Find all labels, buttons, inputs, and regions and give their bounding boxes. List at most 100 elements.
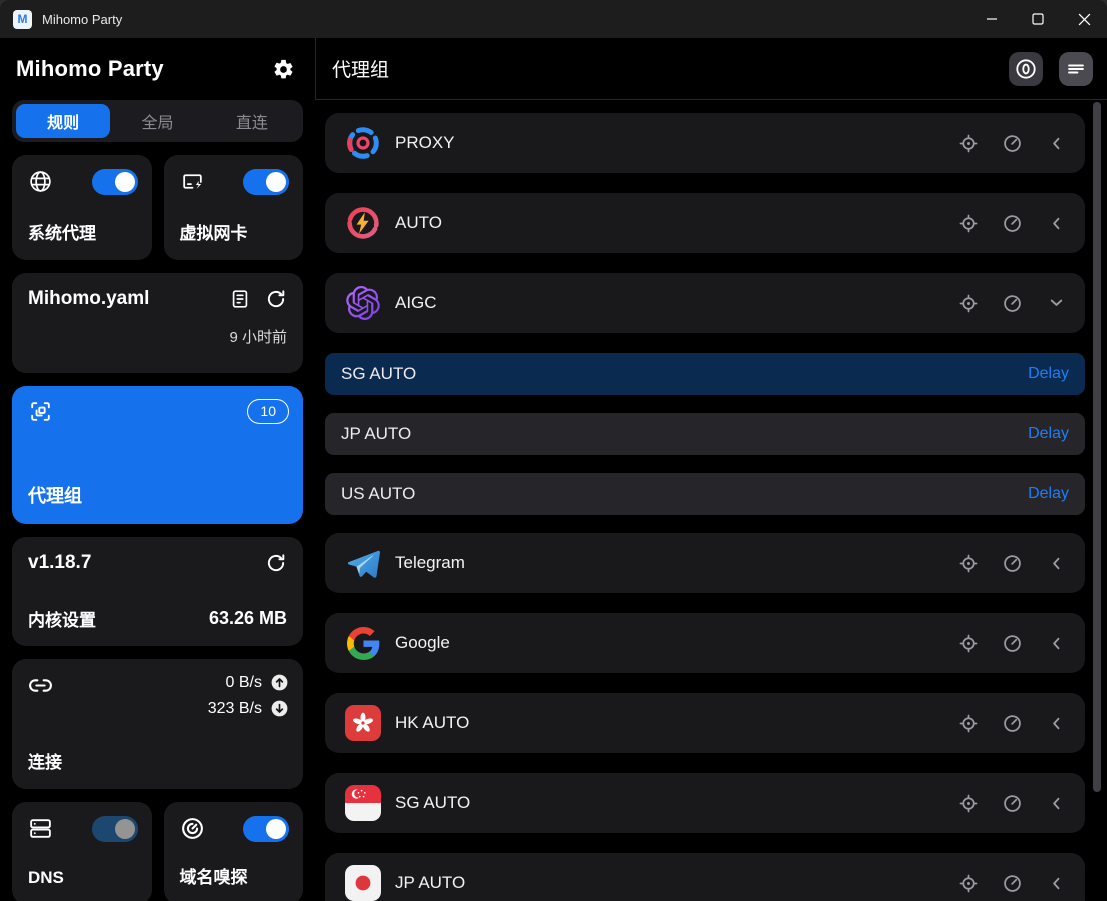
download-arrow-icon	[270, 699, 289, 718]
sidebar-item-proxy-groups[interactable]: 10 代理组	[12, 386, 303, 524]
chevron-down-icon[interactable]	[1045, 292, 1067, 314]
group-name: AUTO	[395, 213, 957, 233]
core-settings-card[interactable]: v1.18.7 内核设置 63.26 MB	[12, 537, 303, 646]
main-header: 代理组	[315, 38, 1107, 100]
proxy-group-list: PROXY AUTO	[315, 100, 1107, 901]
group-display-mode-button[interactable]	[1059, 52, 1093, 86]
main-panel: 代理组 PROXY	[315, 38, 1107, 901]
core-settings-label: 内核设置	[28, 606, 96, 631]
core-memory: 63.26 MB	[209, 608, 287, 629]
system-proxy-card[interactable]: 系统代理	[12, 155, 152, 260]
proxy-node-name: SG AUTO	[341, 364, 416, 384]
google-logo-icon	[345, 625, 381, 661]
locate-icon[interactable]	[957, 792, 979, 814]
locate-icon[interactable]	[957, 872, 979, 894]
proxy-group-row[interactable]: Google	[325, 613, 1085, 673]
group-name: Google	[395, 633, 957, 653]
chevron-left-icon[interactable]	[1045, 872, 1067, 894]
gauge-icon[interactable]	[1001, 792, 1023, 814]
proxy-logo-icon	[345, 125, 381, 161]
virtual-nic-icon	[180, 169, 205, 194]
proxy-node-item[interactable]: US AUTO Delay	[325, 473, 1085, 515]
app-logo-icon: M	[13, 10, 32, 29]
system-proxy-toggle[interactable]	[92, 169, 138, 195]
gauge-icon[interactable]	[1001, 132, 1023, 154]
system-proxy-label: 系统代理	[28, 219, 138, 244]
tab-rule[interactable]: 规则	[16, 104, 110, 138]
proxy-group-row[interactable]: SG AUTO	[325, 773, 1085, 833]
proxy-group-row[interactable]: JP AUTO	[325, 853, 1085, 901]
maximize-button[interactable]	[1015, 0, 1061, 38]
proxy-node-item[interactable]: SG AUTO Delay	[325, 353, 1085, 395]
sg-flag-logo-icon	[345, 785, 381, 821]
delay-test-label[interactable]: Delay	[1028, 425, 1069, 443]
locate-icon[interactable]	[957, 132, 979, 154]
sniffer-radar-icon	[180, 816, 205, 841]
scrollbar-thumb[interactable]	[1093, 102, 1101, 792]
profile-name: Mihomo.yaml	[28, 288, 149, 310]
connections-label: 连接	[28, 748, 289, 773]
locate-icon[interactable]	[957, 712, 979, 734]
settings-gear-icon[interactable]	[272, 58, 295, 81]
gauge-icon[interactable]	[1001, 552, 1023, 574]
auto-logo-icon	[345, 205, 381, 241]
profile-card[interactable]: Mihomo.yaml 9 小时前	[12, 273, 303, 373]
chevron-left-icon[interactable]	[1045, 132, 1067, 154]
proxy-group-row[interactable]: Telegram	[325, 533, 1085, 593]
locate-icon[interactable]	[957, 292, 979, 314]
chevron-left-icon[interactable]	[1045, 632, 1067, 654]
telegram-logo-icon	[345, 545, 381, 581]
gauge-icon[interactable]	[1001, 712, 1023, 734]
hk-flag-logo-icon	[345, 705, 381, 741]
sidebar-app-title: Mihomo Party	[16, 56, 164, 82]
openai-logo-icon	[345, 285, 381, 321]
group-name: AIGC	[395, 293, 957, 313]
globe-icon	[28, 169, 53, 194]
proxy-node-item[interactable]: JP AUTO Delay	[325, 413, 1085, 455]
locate-icon[interactable]	[957, 212, 979, 234]
chevron-left-icon[interactable]	[1045, 552, 1067, 574]
sniffer-toggle[interactable]	[243, 816, 289, 842]
gauge-icon[interactable]	[1001, 292, 1023, 314]
tun-card[interactable]: 虚拟网卡	[164, 155, 304, 260]
proxy-node-name: US AUTO	[341, 484, 415, 504]
dns-toggle[interactable]	[92, 816, 138, 842]
sidebar-item-connections[interactable]: 0 B/s 323 B/s 连接	[12, 659, 303, 789]
group-name: HK AUTO	[395, 713, 957, 733]
proxy-group-row[interactable]: AIGC	[325, 273, 1085, 333]
tun-toggle[interactable]	[243, 169, 289, 195]
tab-global[interactable]: 全局	[110, 104, 204, 138]
gauge-icon[interactable]	[1001, 872, 1023, 894]
page-title: 代理组	[332, 55, 389, 82]
delay-test-all-button[interactable]	[1009, 52, 1043, 86]
group-name: JP AUTO	[395, 873, 957, 893]
delay-test-label[interactable]: Delay	[1028, 365, 1069, 383]
dns-server-icon	[28, 816, 53, 841]
profile-updated: 9 小时前	[28, 326, 287, 347]
minimize-button[interactable]	[969, 0, 1015, 38]
link-icon	[28, 673, 53, 698]
refresh-profile-icon[interactable]	[265, 288, 287, 310]
edit-file-icon[interactable]	[229, 288, 251, 310]
gauge-icon[interactable]	[1001, 212, 1023, 234]
app-window: M Mihomo Party Mihomo Party	[0, 0, 1107, 901]
locate-icon[interactable]	[957, 552, 979, 574]
close-button[interactable]	[1061, 0, 1107, 38]
gauge-icon[interactable]	[1001, 632, 1023, 654]
window-title: Mihomo Party	[42, 12, 122, 27]
delay-test-label[interactable]: Delay	[1028, 485, 1069, 503]
chevron-left-icon[interactable]	[1045, 712, 1067, 734]
restart-core-icon[interactable]	[265, 552, 287, 574]
locate-icon[interactable]	[957, 632, 979, 654]
group-name: SG AUTO	[395, 793, 957, 813]
chevron-left-icon[interactable]	[1045, 792, 1067, 814]
chevron-left-icon[interactable]	[1045, 212, 1067, 234]
proxy-group-row[interactable]: HK AUTO	[325, 693, 1085, 753]
tab-direct[interactable]: 直连	[205, 104, 299, 138]
sniffer-card[interactable]: 域名嗅探	[164, 802, 304, 901]
proxy-group-row[interactable]: PROXY	[325, 113, 1085, 173]
proxy-group-row[interactable]: AUTO	[325, 193, 1085, 253]
dns-card[interactable]: DNS	[12, 802, 152, 901]
upload-arrow-icon	[270, 673, 289, 692]
outbound-mode-tabs: 规则 全局 直连	[12, 100, 303, 142]
